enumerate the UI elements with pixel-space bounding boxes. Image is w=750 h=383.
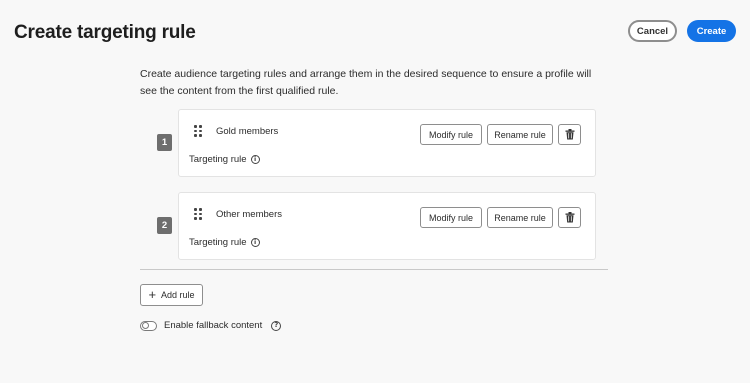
rule-name: Other members — [216, 209, 282, 220]
rename-rule-button[interactable]: Rename rule — [487, 207, 553, 228]
plus-icon: + — [148, 287, 157, 302]
cancel-button[interactable]: Cancel — [628, 20, 677, 42]
rule-number-badge: 2 — [157, 217, 172, 234]
rule-subtitle: Targeting rule i — [189, 237, 260, 248]
modify-rule-button[interactable]: Modify rule — [420, 124, 482, 145]
divider — [140, 269, 608, 270]
delete-rule-button[interactable] — [558, 124, 581, 145]
rule-subtitle: Targeting rule i — [189, 154, 260, 165]
add-rule-button[interactable]: + Add rule — [140, 284, 203, 306]
rule-number-badge: 1 — [157, 134, 172, 151]
page-title: Create targeting rule — [14, 22, 196, 43]
rule-subtitle-label: Targeting rule — [189, 237, 247, 248]
add-rule-label: Add rule — [161, 290, 195, 300]
rule-card-gold-members: Gold members Targeting rule i Modify rul… — [178, 109, 596, 177]
delete-rule-button[interactable] — [558, 207, 581, 228]
fallback-row: Enable fallback content ? — [140, 320, 282, 331]
trash-icon — [565, 129, 574, 140]
rule-card-other-members: Other members Targeting rule i Modify ru… — [178, 192, 596, 260]
rule-subtitle-label: Targeting rule — [189, 154, 247, 165]
create-button[interactable]: Create — [687, 20, 736, 42]
fallback-label: Enable fallback content — [164, 320, 263, 331]
description-text: Create audience targeting rules and arra… — [140, 68, 592, 97]
drag-handle-icon[interactable] — [194, 208, 202, 220]
rename-rule-button[interactable]: Rename rule — [487, 124, 553, 145]
info-icon[interactable]: i — [250, 238, 260, 247]
rule-name: Gold members — [216, 126, 279, 137]
modify-rule-button[interactable]: Modify rule — [420, 207, 482, 228]
fallback-toggle[interactable] — [140, 320, 157, 331]
trash-icon — [565, 212, 574, 223]
drag-handle-icon[interactable] — [194, 125, 202, 137]
help-icon[interactable]: ? — [271, 320, 282, 331]
info-icon[interactable]: i — [250, 155, 260, 164]
